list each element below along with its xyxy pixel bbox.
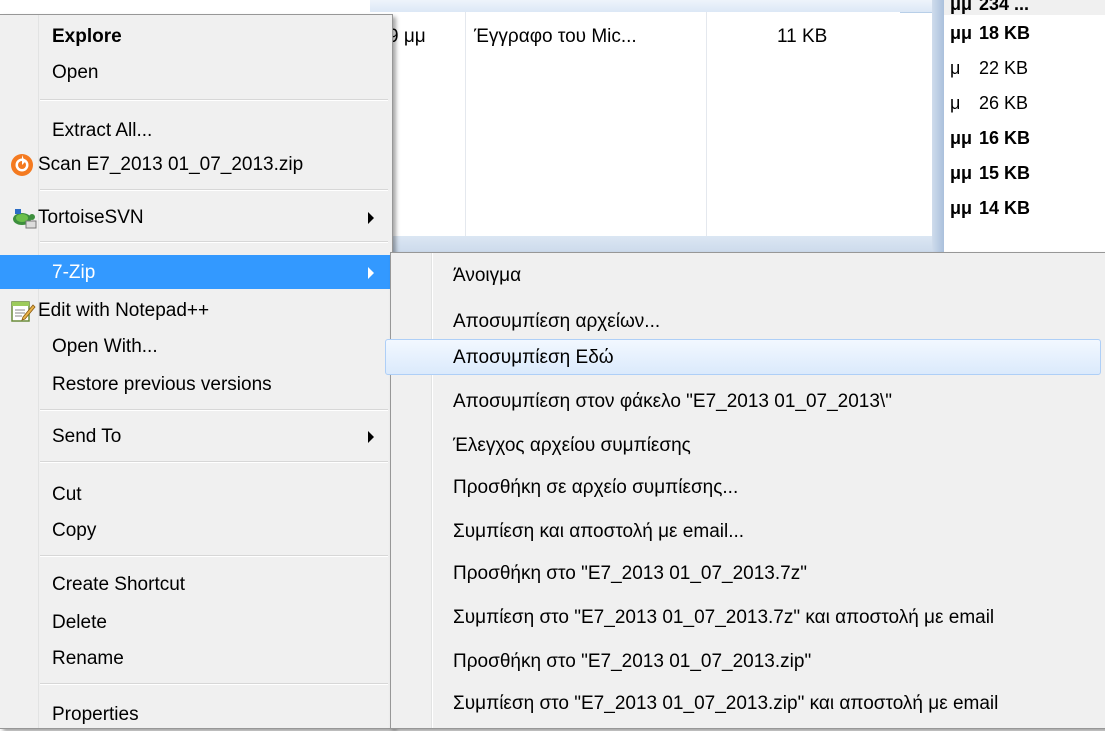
submenu-item-compress-zip-and-email[interactable]: Συμπίεση στο "E7_2013 01_07_2013.zip" κα… bbox=[391, 685, 1105, 721]
submenu-arrow-icon bbox=[368, 212, 374, 224]
list-item[interactable]: μ 22 KB bbox=[944, 50, 1105, 85]
file-list-row[interactable]: 9 μμ Έγγραφο του Mic... 11 KB bbox=[370, 12, 900, 48]
list-item[interactable]: μμ 234 ... bbox=[944, 0, 1105, 15]
menu-item-properties[interactable]: Properties bbox=[0, 697, 390, 731]
submenu-item-compress-and-email[interactable]: Συμπίεση και αποστολή με email... bbox=[391, 513, 1105, 549]
submenu-item-add-to-7z[interactable]: Προσθήκη στο "E7_2013 01_07_2013.7z" bbox=[391, 555, 1105, 591]
pane-divider[interactable] bbox=[932, 0, 944, 260]
menu-separator bbox=[40, 241, 388, 243]
menu-item-tortoisesvn[interactable]: TortoiseSVN bbox=[0, 200, 390, 234]
submenu-item-extract-here[interactable]: Αποσυμπίεση Εδώ bbox=[385, 339, 1105, 375]
column-divider bbox=[465, 12, 466, 237]
submenu-item-add-to-zip[interactable]: Προσθήκη στο "E7_2013 01_07_2013.zip" bbox=[391, 643, 1105, 679]
list-item[interactable]: μμ 14 KB bbox=[944, 190, 1105, 225]
list-item[interactable]: μμ 15 KB bbox=[944, 155, 1105, 190]
file-size: 11 KB bbox=[777, 26, 828, 47]
menu-separator bbox=[40, 189, 388, 191]
menu-separator bbox=[40, 99, 388, 101]
menu-item-rename[interactable]: Rename bbox=[0, 641, 390, 675]
menu-item-scan[interactable]: Scan E7_2013 01_07_2013.zip bbox=[0, 147, 390, 181]
menu-separator bbox=[40, 683, 388, 685]
context-menu: Explore Open Extract All... Scan E7_2013… bbox=[0, 14, 393, 729]
column-divider bbox=[706, 12, 707, 237]
submenu-7zip: Άνοιγμα Αποσυμπίεση αρχείων... Αποσυμπίε… bbox=[385, 252, 1105, 729]
submenu-item-extract-files[interactable]: Αποσυμπίεση αρχείων... bbox=[391, 303, 1105, 339]
menu-item-create-shortcut[interactable]: Create Shortcut bbox=[0, 567, 390, 601]
submenu-arrow-icon bbox=[368, 431, 374, 443]
list-item[interactable]: μμ 18 KB bbox=[944, 15, 1105, 50]
menu-item-copy[interactable]: Copy bbox=[0, 513, 390, 547]
submenu-item-extract-to-folder[interactable]: Αποσυμπίεση στον φάκελο "E7_2013 01_07_2… bbox=[391, 383, 1105, 419]
menu-item-restore-previous-versions[interactable]: Restore previous versions bbox=[0, 367, 390, 401]
menu-item-cut[interactable]: Cut bbox=[0, 477, 390, 511]
menu-separator bbox=[40, 555, 388, 557]
submenu-item-open-archive[interactable]: Άνοιγμα bbox=[391, 257, 1105, 293]
submenu-item-test-archive[interactable]: Έλεγχος αρχείου συμπίεσης bbox=[391, 427, 1105, 463]
menu-item-explore[interactable]: Explore bbox=[0, 19, 390, 53]
secondary-file-list: μμ 234 ... μμ 18 KB μ 22 KB μ 26 KB μμ 1… bbox=[944, 0, 1105, 256]
menu-item-7zip[interactable]: 7-Zip bbox=[0, 255, 390, 289]
menu-item-open[interactable]: Open bbox=[0, 55, 390, 89]
menu-item-delete[interactable]: Delete bbox=[0, 605, 390, 639]
file-type: Έγγραφο του Mic... bbox=[474, 26, 637, 47]
submenu-arrow-icon bbox=[368, 267, 374, 279]
menu-item-open-with[interactable]: Open With... bbox=[0, 329, 390, 363]
file-modified-time: 9 μμ bbox=[388, 26, 426, 47]
submenu-item-add-to-archive[interactable]: Προσθήκη σε αρχείο συμπίεσης... bbox=[391, 469, 1105, 505]
submenu-item-compress-7z-and-email[interactable]: Συμπίεση στο "E7_2013 01_07_2013.7z" και… bbox=[391, 599, 1105, 635]
list-item[interactable]: μ 26 KB bbox=[944, 85, 1105, 120]
menu-item-extract-all[interactable]: Extract All... bbox=[0, 113, 390, 147]
list-item[interactable]: μμ 16 KB bbox=[944, 120, 1105, 155]
menu-item-edit-notepadpp[interactable]: Edit with Notepad++ bbox=[0, 293, 390, 327]
menu-separator bbox=[40, 409, 388, 411]
menu-item-send-to[interactable]: Send To bbox=[0, 419, 390, 453]
tortoisesvn-icon bbox=[10, 206, 37, 230]
notepadpp-icon bbox=[10, 299, 36, 323]
menu-separator bbox=[40, 461, 388, 463]
avast-scan-icon bbox=[10, 153, 34, 177]
